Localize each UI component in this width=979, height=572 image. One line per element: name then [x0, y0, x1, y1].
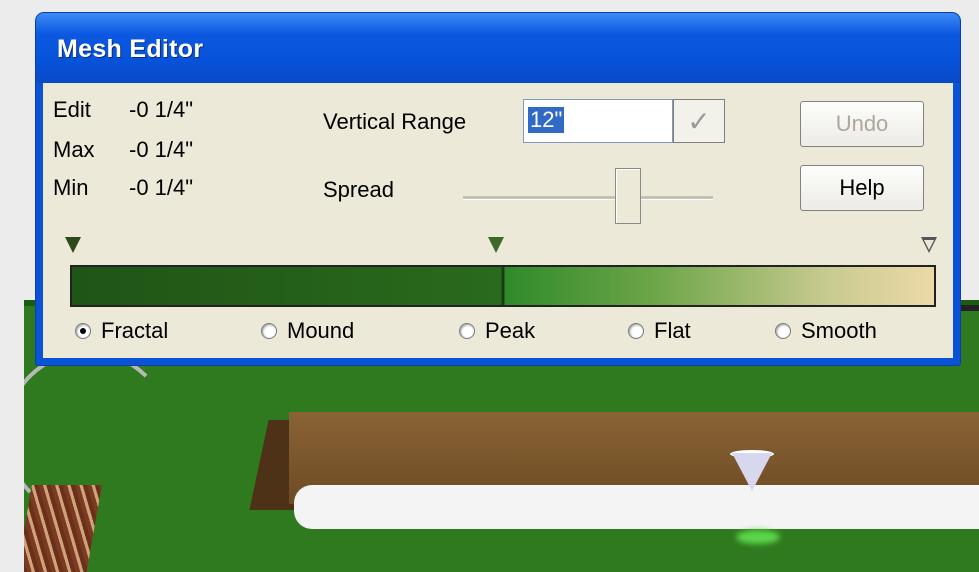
railroad-track: [24, 485, 102, 572]
radio-mound-label: Mound: [287, 318, 355, 343]
radio-flat-label: Flat: [654, 318, 691, 343]
spread-slider-thumb[interactable]: [615, 168, 641, 224]
undo-button[interactable]: Undo: [800, 101, 924, 147]
radio-mound[interactable]: Mound: [261, 316, 354, 346]
radio-peak[interactable]: Peak: [459, 316, 535, 346]
window-client-area: Edit -0 1/4" Max -0 1/4" Min -0 1/4" Ver…: [43, 83, 953, 358]
cursor-glow: [736, 530, 780, 544]
window-title: Mesh Editor: [57, 35, 204, 63]
radio-fractal-dot[interactable]: [75, 323, 91, 339]
vertical-range-input[interactable]: 12": [523, 99, 673, 143]
min-label: Min: [53, 175, 89, 200]
terrain-floor: [294, 485, 979, 529]
spread-label: Spread: [323, 177, 394, 202]
gradient-marker-left-icon[interactable]: [65, 237, 81, 253]
max-value: -0 1/4": [129, 137, 194, 162]
radio-smooth-dot[interactable]: [775, 323, 791, 339]
edit-label: Edit: [53, 97, 91, 122]
radio-peak-dot[interactable]: [459, 323, 475, 339]
gradient-marker-right-fill: [924, 240, 934, 250]
height-gradient-bar[interactable]: [70, 265, 936, 307]
radio-smooth-label: Smooth: [801, 318, 877, 343]
radio-mound-dot[interactable]: [261, 323, 277, 339]
radio-flat-dot[interactable]: [628, 323, 644, 339]
scene-edge: [960, 305, 979, 311]
vertical-range-value: 12": [528, 107, 565, 133]
checkmark-icon: ✓: [687, 105, 711, 137]
radio-flat[interactable]: Flat: [628, 316, 691, 346]
radio-smooth[interactable]: Smooth: [775, 316, 877, 346]
help-button[interactable]: Help: [800, 165, 924, 211]
vertical-range-label: Vertical Range: [323, 109, 467, 134]
cone-marker[interactable]: [732, 453, 772, 491]
title-bar[interactable]: Mesh Editor: [36, 13, 960, 83]
gradient-marker-mid-icon[interactable]: [488, 237, 504, 253]
radio-fractal[interactable]: Fractal: [75, 316, 168, 346]
radio-peak-label: Peak: [485, 318, 536, 343]
max-label: Max: [53, 137, 95, 162]
vertical-range-confirm-button[interactable]: ✓: [673, 99, 725, 143]
mesh-editor-window: Mesh Editor Edit -0 1/4" Max -0 1/4" Min…: [36, 13, 960, 365]
min-value: -0 1/4": [129, 175, 194, 200]
edit-value: -0 1/4": [129, 97, 194, 122]
spread-slider-track[interactable]: [463, 196, 713, 200]
radio-fractal-label: Fractal: [101, 318, 169, 343]
